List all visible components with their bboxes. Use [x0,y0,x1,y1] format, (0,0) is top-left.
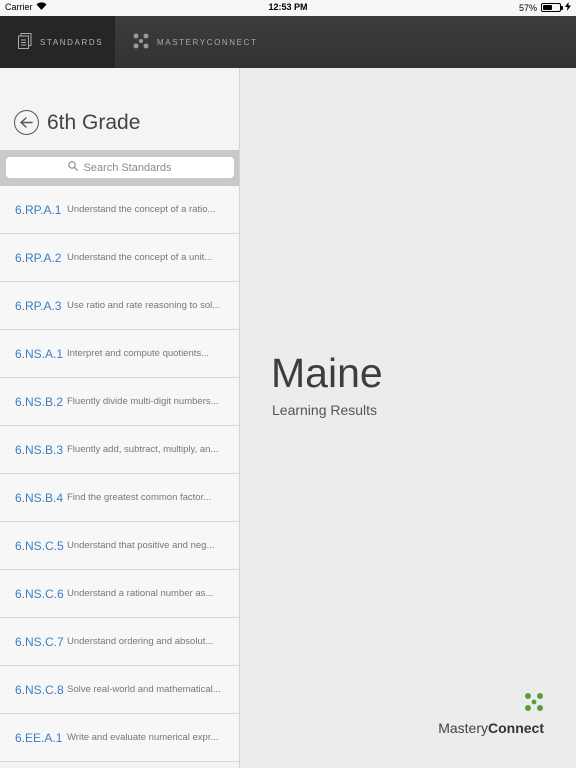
tab-masteryconnect-label: MASTERYCONNECT [157,37,258,47]
grade-title: 6th Grade [47,110,141,134]
battery-percent: 57% [518,2,537,13]
search-input[interactable]: Search Standards [6,157,234,178]
standard-description: Interpret and compute quotients... [67,348,210,359]
standard-description: Fluently add, subtract, multiply, an... [67,444,219,455]
standard-description: Understand that positive and neg... [67,540,215,551]
battery-level [543,5,553,10]
standard-description: Solve real-world and mathematical... [67,684,221,695]
standard-code: 6.RP.A.3 [15,298,62,313]
standard-code: 6.NS.B.4 [15,490,64,505]
standard-row[interactable]: 6.EE.A.1 Write and evaluate numerical exp… [0,714,239,762]
standard-code: 6.EE.A.1 [15,730,63,745]
standard-code: 6.NS.C.6 [15,586,64,601]
standard-code: 6.NS.C.5 [15,538,64,553]
logo-text-connect: Connect [488,720,544,736]
standard-description: Understand the concept of a ratio... [67,204,216,215]
standard-row[interactable]: 6.NS.C.7 Understand ordering and absolut.… [0,618,239,666]
standard-row[interactable]: 6.NS.A.1 Interpret and compute quotients.… [0,330,239,378]
standard-row[interactable]: 6.RP.A.1 Understand the concept of a rati… [0,186,239,234]
standard-row[interactable]: 6.NS.B.4 Find the greatest common factor.… [0,474,239,522]
status-bar: Carrier 12:53 PM 57% [0,0,576,16]
state-title: Maine [271,350,383,396]
logo-text-mastery: Mastery [438,720,488,736]
state-subtitle: Learning Results [272,402,378,418]
masteryconnect-logo-text: MasteryConnect [438,720,544,736]
standard-row[interactable]: 6.NS.C.5 Understand that positive and neg… [0,522,239,570]
back-arrow-icon [20,117,33,128]
tab-masteryconnect[interactable]: MASTERYCONNECT [115,16,275,68]
standard-code: 6.RP.A.2 [15,250,62,265]
standard-description: Find the greatest common factor... [67,492,212,503]
main-panel: Maine Learning Results MasteryConnect [241,68,576,768]
charging-icon [565,2,571,13]
standard-row[interactable]: 6.NS.B.3 Fluently add, subtract, multiply… [0,426,239,474]
battery-icon [541,3,563,12]
tab-standards-label: STANDARDS [40,37,104,47]
masteryconnect-logo-icon [524,692,544,717]
standard-description: Understand ordering and absolut... [67,636,214,647]
standard-code: 6.NS.C.7 [15,634,64,649]
search-icon [68,161,79,174]
tab-standards[interactable]: STANDARDS [0,16,115,68]
standard-description: Understand the concept of a unit... [67,252,213,263]
standard-row[interactable]: 6.RP.A.3 Use ratio and rate reasoning to … [0,282,239,330]
standards-sidebar: 6th Grade Search Standards 6.RP.A.1 Under… [0,68,240,768]
standard-row[interactable]: 6.NS.C.6 Understand a rational number as.… [0,570,239,618]
document-stack-icon [18,33,32,51]
status-time: 12:53 PM [268,2,308,12]
status-right: 57% [519,2,571,13]
search-placeholder: Search Standards [83,161,172,174]
standard-row[interactable]: 6.RP.A.2 Understand the concept of a unit… [0,234,239,282]
back-button[interactable] [14,110,39,135]
standards-list: 6.RP.A.1 Understand the concept of a rati… [0,186,239,762]
grade-header: 6th Grade [14,110,140,135]
standard-code: 6.NS.B.3 [15,442,64,457]
standard-description: Use ratio and rate reasoning to sol... [67,300,221,311]
standard-row[interactable]: 6.NS.C.8 Solve real-world and mathematica… [0,666,239,714]
standard-code: 6.NS.C.8 [15,682,64,697]
standard-code: 6.NS.B.2 [15,394,64,409]
standard-code: 6.RP.A.1 [15,202,62,217]
standard-description: Fluently divide multi-digit numbers... [67,396,219,407]
standard-row[interactable]: 6.NS.B.2 Fluently divide multi-digit numb… [0,378,239,426]
masteryconnect-logo: MasteryConnect [438,692,544,736]
standard-code: 6.NS.A.1 [15,346,64,361]
search-bar: Search Standards [0,150,239,186]
standard-description: Understand a rational number as... [67,588,214,599]
top-navigation: STANDARDS MASTERYCONNECT [0,16,576,68]
masteryconnect-dots-icon [133,33,149,51]
standard-description: Write and evaluate numerical expr... [67,732,219,743]
